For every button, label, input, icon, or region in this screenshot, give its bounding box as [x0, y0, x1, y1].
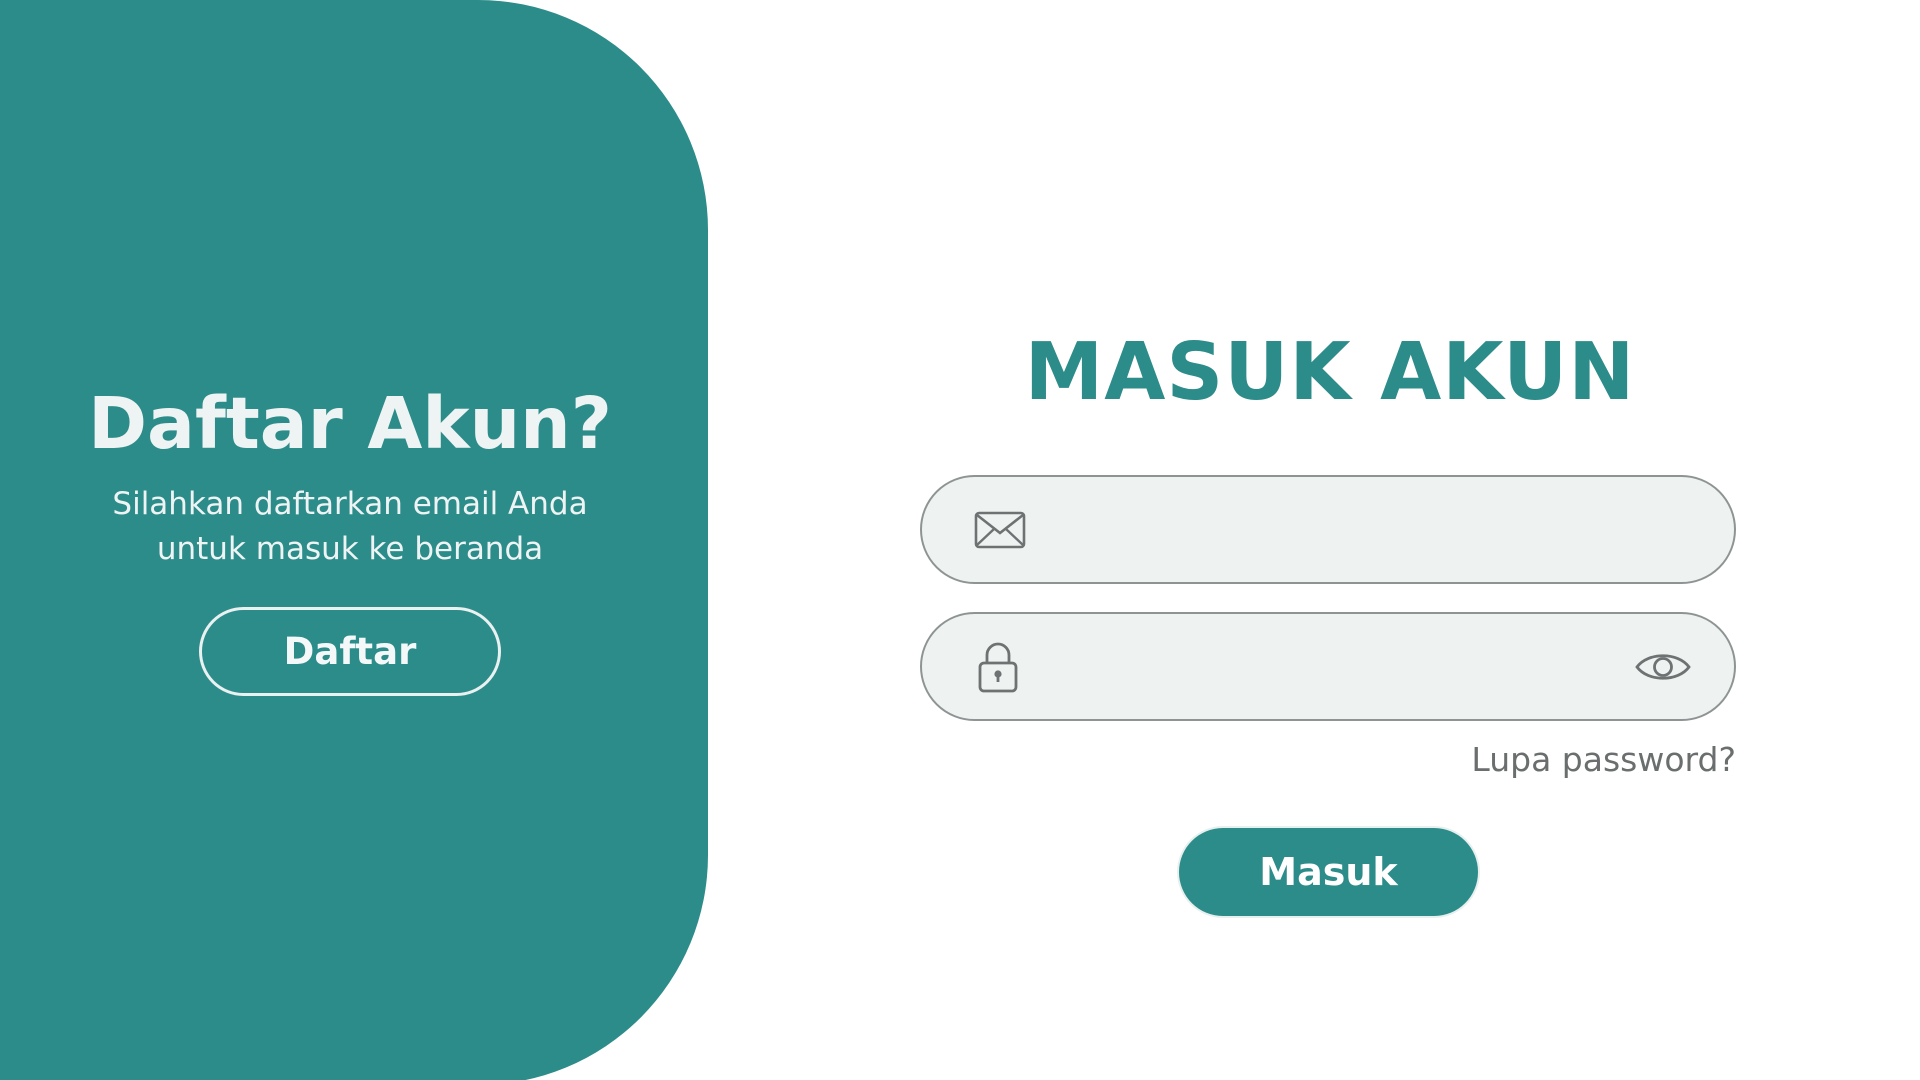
email-input[interactable]	[1052, 495, 1556, 567]
lock-icon	[976, 614, 1020, 719]
login-button[interactable]: Masuk	[1179, 828, 1478, 916]
password-input[interactable]	[1052, 632, 1556, 704]
register-subtitle-line-2: untuk masuk ke beranda	[156, 531, 544, 567]
login-page: Daftar Akun? Silahkan daftarkan email An…	[0, 0, 1920, 1080]
register-button[interactable]: Daftar	[199, 607, 501, 696]
forgot-password-link[interactable]: Lupa password?	[1471, 740, 1736, 779]
login-title: MASUK AKUN	[1024, 326, 1636, 418]
register-subtitle: Silahkan daftarkan email Anda untuk masu…	[0, 482, 700, 572]
register-title: Daftar Akun?	[88, 382, 612, 465]
mail-icon	[974, 477, 1026, 582]
register-subtitle-line-1: Silahkan daftarkan email Anda	[112, 486, 588, 522]
eye-icon[interactable]	[1634, 614, 1692, 719]
register-panel-content: Daftar Akun? Silahkan daftarkan email An…	[0, 380, 700, 696]
email-field[interactable]	[920, 475, 1736, 584]
password-field[interactable]	[920, 612, 1736, 721]
